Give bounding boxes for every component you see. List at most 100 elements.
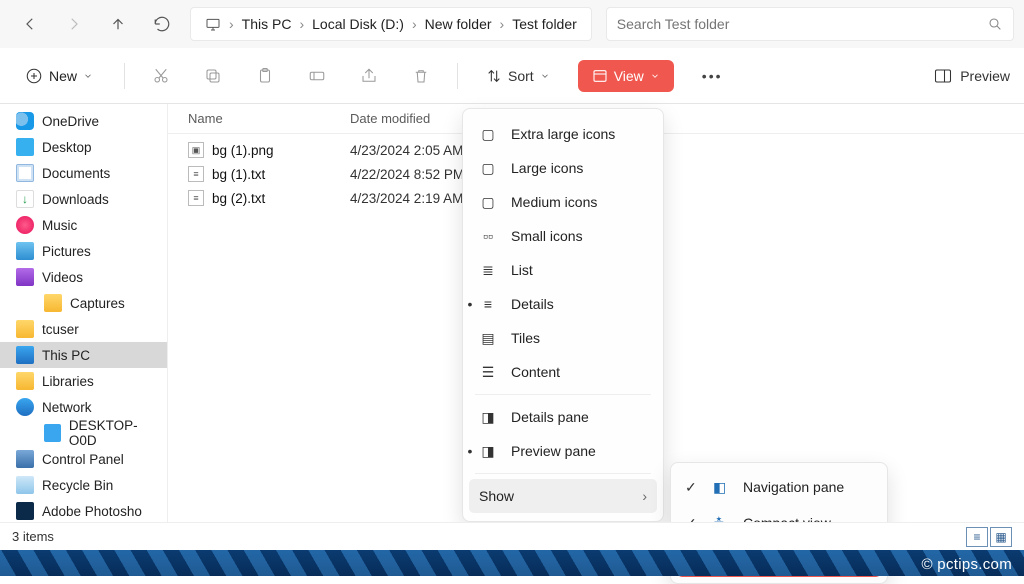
folder-icon [16, 216, 34, 234]
sidebar-item[interactable]: Control Panel [0, 446, 167, 472]
chevron-right-icon: › [227, 16, 236, 32]
file-name: bg (1).png [212, 143, 274, 158]
sidebar-item-label: Documents [42, 166, 110, 181]
menu-medium-icons[interactable]: ▢Medium icons [465, 185, 661, 219]
folder-icon [16, 372, 34, 390]
sidebar-item[interactable]: Pictures [0, 238, 167, 264]
small-grid-icon: ▫▫ [479, 228, 497, 244]
back-button[interactable] [10, 6, 50, 42]
divider [124, 63, 125, 89]
sidebar-item-label: Recycle Bin [42, 478, 113, 493]
breadcrumb[interactable]: Test folder [506, 16, 583, 32]
details-view-toggle[interactable]: ≡ [966, 527, 988, 547]
list-icon: ≣ [479, 262, 497, 279]
file-name: bg (1).txt [212, 167, 265, 182]
sidebar-item-label: Adobe Photosho [42, 504, 142, 519]
folder-icon [44, 424, 61, 442]
menu-show[interactable]: Show› [469, 479, 657, 513]
sidebar-item[interactable]: Network [0, 394, 167, 420]
sidebar-item[interactable]: Recycle Bin [0, 472, 167, 498]
rename-button[interactable] [301, 60, 333, 92]
sidebar-item[interactable]: Desktop [0, 134, 167, 160]
sort-label: Sort [508, 68, 534, 84]
view-dropdown: ▢Extra large icons ▢Large icons ▢Medium … [462, 108, 664, 522]
sort-button[interactable]: Sort [478, 64, 558, 88]
sidebar-item[interactable]: Music [0, 212, 167, 238]
breadcrumb[interactable]: Local Disk (D:) [306, 16, 410, 32]
sidebar-item[interactable]: DESKTOP-O0D [0, 420, 167, 446]
chevron-right-icon: › [297, 16, 306, 32]
column-date[interactable]: Date modified [350, 111, 430, 126]
menu-navigation-pane[interactable]: ✓◧Navigation pane [673, 469, 885, 505]
sidebar-item[interactable]: Libraries [0, 368, 167, 394]
menu-details[interactable]: •≡Details [465, 287, 661, 321]
more-button[interactable]: ••• [694, 64, 731, 88]
folder-icon [16, 164, 34, 182]
sort-icon [486, 68, 502, 84]
titlebar-nav: › This PC › Local Disk (D:) › New folder… [0, 0, 1024, 48]
sidebar-item[interactable]: This PC [0, 342, 167, 368]
new-button[interactable]: New [14, 60, 104, 92]
forward-button[interactable] [54, 6, 94, 42]
folder-icon [16, 346, 34, 364]
sidebar-item[interactable]: OneDrive [0, 108, 167, 134]
menu-large-icons[interactable]: ▢Large icons [465, 151, 661, 185]
search-input[interactable] [617, 16, 987, 32]
breadcrumb[interactable]: This PC [236, 16, 298, 32]
file-date: 4/23/2024 2:05 AM [350, 143, 463, 158]
folder-icon [16, 450, 34, 468]
file-icon: ≡ [188, 166, 204, 182]
menu-preview-pane[interactable]: •◨Preview pane [465, 434, 661, 468]
menu-list[interactable]: ≣List [465, 253, 661, 287]
details-icon: ≡ [479, 296, 497, 312]
file-date: 4/22/2024 8:52 PM [350, 167, 464, 182]
preview-pane-icon [934, 68, 952, 84]
sidebar-item-label: This PC [42, 348, 90, 363]
breadcrumb[interactable]: New folder [419, 16, 498, 32]
paste-button[interactable] [249, 60, 281, 92]
sidebar-item-label: Control Panel [42, 452, 124, 467]
column-name[interactable]: Name [188, 111, 350, 126]
sidebar-item[interactable]: tcuser [0, 316, 167, 342]
refresh-button[interactable] [142, 6, 182, 42]
taskbar [0, 550, 1024, 576]
sidebar-item-label: Libraries [42, 374, 94, 389]
breadcrumb-pc-icon[interactable] [199, 17, 227, 31]
sidebar-item[interactable]: Downloads [0, 186, 167, 212]
view-button[interactable]: View [578, 60, 674, 92]
menu-separator [475, 394, 651, 395]
folder-icon [16, 112, 34, 130]
grid-icon: ▢ [479, 160, 497, 177]
menu-extra-large-icons[interactable]: ▢Extra large icons [465, 117, 661, 151]
file-name: bg (2).txt [212, 191, 265, 206]
copy-button[interactable] [197, 60, 229, 92]
folder-icon [16, 320, 34, 338]
folder-icon [16, 190, 34, 208]
nav-pane-icon: ◧ [713, 479, 731, 496]
cut-button[interactable] [145, 60, 177, 92]
navigation-pane: OneDriveDesktop Documents Downloads Music Pi… [0, 104, 168, 548]
new-label: New [49, 68, 77, 84]
menu-tiles[interactable]: ▤Tiles [465, 321, 661, 355]
sidebar-item[interactable]: Videos [0, 264, 167, 290]
details-pane-icon: ◨ [479, 409, 497, 426]
sidebar-item[interactable]: Documents [0, 160, 167, 186]
address-bar[interactable]: › This PC › Local Disk (D:) › New folder… [190, 7, 592, 41]
sidebar-item[interactable]: Captures [0, 290, 167, 316]
plus-circle-icon [25, 67, 43, 85]
menu-details-pane[interactable]: ◨Details pane [465, 400, 661, 434]
share-button[interactable] [353, 60, 385, 92]
up-button[interactable] [98, 6, 138, 42]
sidebar-item[interactable]: Adobe Photosho [0, 498, 167, 524]
thumbnail-view-toggle[interactable]: ▦ [990, 527, 1012, 547]
search-box[interactable] [606, 7, 1014, 41]
sidebar-item-label: Music [42, 218, 77, 233]
sidebar-item-label: Pictures [42, 244, 91, 259]
menu-content[interactable]: ☰Content [465, 355, 661, 389]
menu-small-icons[interactable]: ▫▫Small icons [465, 219, 661, 253]
preview-pane-toggle[interactable]: Preview [934, 68, 1010, 84]
sidebar-item-label: Captures [70, 296, 125, 311]
folder-icon [16, 476, 34, 494]
sidebar-item-label: Downloads [42, 192, 109, 207]
delete-button[interactable] [405, 60, 437, 92]
